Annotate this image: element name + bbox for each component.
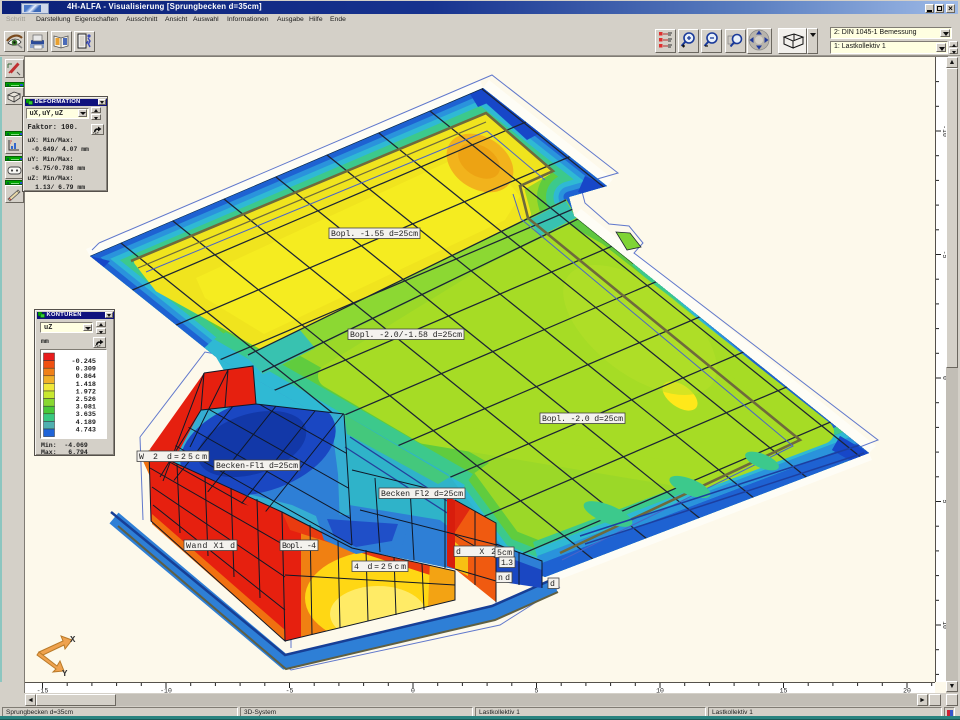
- svg-text:Bopl. -2.0 d=25cm: Bopl. -2.0 d=25cm: [542, 414, 623, 424]
- svg-text:4 d=25cm: 4 d=25cm: [354, 562, 406, 572]
- svg-text:X: X: [70, 635, 76, 645]
- svg-text:Bopl. -4: Bopl. -4: [282, 541, 316, 551]
- svg-text:4.743: 4.743: [76, 426, 96, 434]
- svg-text:1.3: 1.3: [501, 559, 513, 568]
- svg-text:Bopl. -2.0/-1.58 d=25cm: Bopl. -2.0/-1.58 d=25cm: [350, 330, 462, 340]
- svg-text:Bopl. -1.55 d=25cm: Bopl. -1.55 d=25cm: [331, 229, 418, 239]
- svg-text:Becken-Fl1 d=25cm: Becken-Fl1 d=25cm: [216, 461, 298, 471]
- svg-text:Wand X1 d: Wand X1 d: [186, 541, 235, 551]
- svg-text:Y: Y: [62, 669, 68, 679]
- svg-text:Becken Fl2 d=25cm: Becken Fl2 d=25cm: [381, 489, 463, 499]
- svg-text:d: d: [550, 579, 555, 589]
